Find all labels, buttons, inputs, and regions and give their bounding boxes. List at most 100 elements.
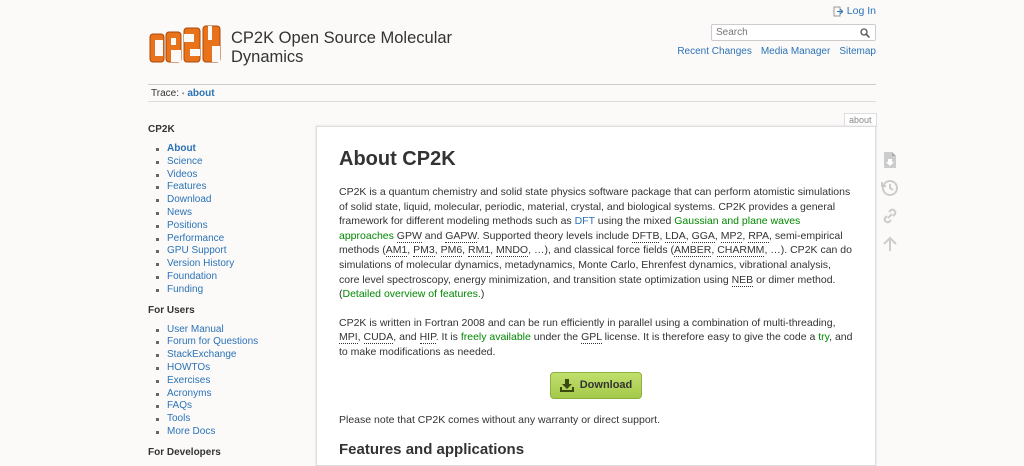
sidebar-item-download[interactable]: Download [148, 194, 298, 207]
sidebar-item-label: Funding [167, 283, 204, 295]
intro-paragraph: CP2K is a quantum chemistry and solid st… [339, 186, 852, 301]
backlinks-icon[interactable] [880, 206, 900, 226]
back-to-top-icon[interactable] [880, 234, 900, 254]
login-label: Log In [846, 5, 876, 17]
pm6-abbr: PM6 [440, 244, 463, 258]
sidebar-item-more-docs[interactable]: More Docs [148, 426, 298, 439]
download-wrap: Download [339, 371, 853, 399]
sidebar-item-label: Videos [167, 168, 198, 180]
sidebar-item-label: FAQs [167, 400, 193, 412]
rpa-abbr: RPA [748, 229, 770, 243]
gga-abbr: GGA [691, 229, 715, 243]
cp2k-logo[interactable] [148, 22, 223, 68]
sidebar-item-label: About [167, 143, 196, 154]
media-manager-link[interactable]: Media Manager [761, 46, 830, 57]
sidebar-item-stackexchange[interactable]: StackExchange [148, 349, 298, 362]
breadcrumb-divider [148, 101, 876, 102]
sidebar-item-label: Acronyms [167, 387, 212, 399]
sidebar-item-about[interactable]: About [148, 143, 298, 156]
am1-abbr: AM1 [385, 244, 408, 258]
sidebar-item-faqs[interactable]: FAQs [148, 400, 298, 413]
gapw-abbr: GAPW [445, 229, 477, 243]
sidebar-item-performance[interactable]: Performance [148, 233, 298, 246]
page-id-tab: about [844, 113, 877, 127]
download-button[interactable]: Download [549, 371, 643, 399]
sidebar-item-gpu-support[interactable]: GPU Support [148, 245, 298, 258]
page-content: About CP2K CP2K is a quantum chemistry a… [316, 126, 876, 466]
search-input[interactable] [712, 25, 857, 40]
sidebar-item-videos[interactable]: Videos [148, 169, 298, 182]
pm3-abbr: PM3 [413, 244, 435, 258]
sidebar: CP2K About Science Videos Features Downl… [148, 124, 298, 466]
sidebar-item-news[interactable]: News [148, 207, 298, 220]
search-box [711, 24, 876, 41]
search-icon [860, 27, 870, 38]
rm1-abbr: RM1 [468, 244, 491, 258]
dftb-abbr: DFTB [632, 229, 660, 243]
sidebar-item-version-history[interactable]: Version History [148, 258, 298, 271]
sidebar-heading-for-developers: For Developers [148, 446, 221, 458]
freely-available-link[interactable]: freely available [461, 331, 531, 343]
sidebar-list-for-users: User Manual Forum for Questions StackExc… [148, 324, 298, 439]
sidebar-item-foundation[interactable]: Foundation [148, 271, 298, 284]
sidebar-item-label: StackExchange [167, 349, 237, 361]
sitemap-link[interactable]: Sitemap [839, 46, 876, 57]
sidebar-item-acronyms[interactable]: Acronyms [148, 388, 298, 401]
sidebar-item-science[interactable]: Science [148, 156, 298, 169]
site-tools: Recent Changes Media Manager Sitemap [677, 46, 876, 57]
mpi-abbr: MPI [339, 331, 358, 345]
cuda-abbr: CUDA [363, 331, 394, 345]
mp2-abbr: MP2 [720, 229, 743, 243]
breadcrumb-separator: • [181, 89, 185, 98]
sidebar-item-user-manual[interactable]: User Manual [148, 324, 298, 337]
sidebar-item-label: Positions [167, 219, 208, 231]
hip-abbr: HIP [419, 331, 436, 345]
features-overview-link[interactable]: Detailed overview of features. [343, 288, 481, 300]
sidebar-item-howtos[interactable]: HOWTOs [148, 362, 298, 375]
old-revisions-icon[interactable] [880, 178, 900, 198]
search-button[interactable] [857, 25, 873, 40]
breadcrumb: Trace: • about [151, 88, 215, 99]
sidebar-item-label: Features [167, 181, 207, 193]
site-title[interactable]: CP2K Open Source Molecular Dynamics [231, 29, 471, 67]
sidebar-item-label: More Docs [167, 425, 216, 437]
sidebar-item-funding[interactable]: Funding [148, 284, 298, 297]
page-tools [880, 150, 900, 262]
sidebar-item-label: Tools [167, 413, 191, 425]
dft-link[interactable]: DFT [575, 215, 595, 227]
sidebar-item-features[interactable]: Features [148, 181, 298, 194]
sidebar-item-label: Download [167, 194, 212, 206]
sidebar-item-tools[interactable]: Tools [148, 413, 298, 426]
features-heading: Features and applications [339, 441, 525, 459]
header-divider [148, 84, 876, 85]
mndo-abbr: MNDO [496, 244, 529, 258]
login-icon [833, 6, 843, 16]
sidebar-item-label: Exercises [167, 374, 211, 386]
sidebar-item-label: Performance [167, 232, 225, 244]
sidebar-item-label: Foundation [167, 270, 218, 282]
sidebar-heading-for-users: For Users [148, 304, 195, 316]
recent-changes-link[interactable]: Recent Changes [677, 46, 752, 57]
fortran-paragraph: CP2K is written in Fortran 2008 and can … [339, 316, 853, 358]
sidebar-item-positions[interactable]: Positions [148, 220, 298, 233]
breadcrumb-current[interactable]: about [187, 88, 214, 99]
amber-abbr: AMBER [674, 244, 712, 258]
sidebar-list-cp2k: About Science Videos Features Download N… [148, 143, 298, 297]
sidebar-item-label: GPU Support [167, 245, 227, 257]
sidebar-item-label: Science [167, 155, 203, 167]
sidebar-item-label: HOWTOs [167, 361, 211, 373]
sidebar-item-label: User Manual [167, 323, 224, 335]
export-pdf-icon[interactable] [880, 150, 900, 170]
sidebar-item-exercises[interactable]: Exercises [148, 375, 298, 388]
try-link[interactable]: try [818, 331, 829, 343]
sidebar-item-label: Forum for Questions [167, 336, 259, 348]
page-title: About CP2K [339, 148, 456, 170]
sidebar-item-label: News [167, 206, 193, 218]
sidebar-heading-cp2k: CP2K [148, 124, 175, 135]
breadcrumb-label: Trace: [151, 88, 179, 99]
sidebar-item-label: Version History [167, 258, 235, 270]
login-link[interactable]: Log In [833, 5, 876, 17]
download-label: Download [579, 379, 633, 392]
sidebar-item-forum[interactable]: Forum for Questions [148, 336, 298, 349]
warranty-note: Please note that CP2K comes without any … [339, 413, 660, 426]
